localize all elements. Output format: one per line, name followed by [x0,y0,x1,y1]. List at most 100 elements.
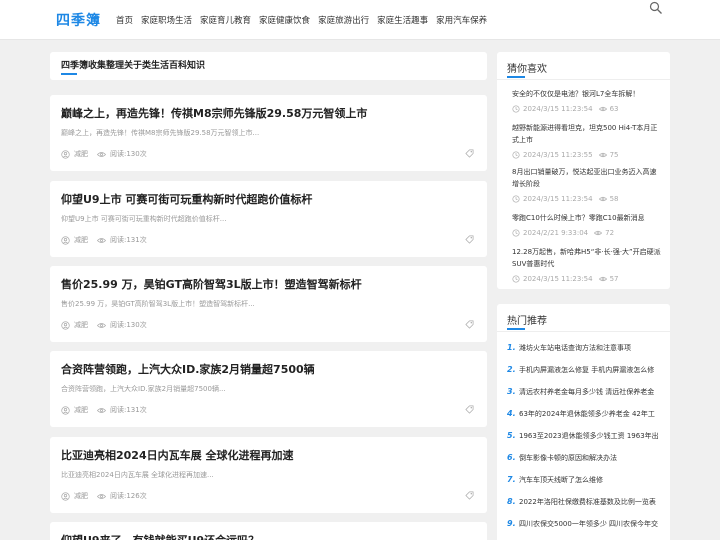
nav-item-travel[interactable]: 家庭旅游出行 [318,14,369,26]
nav-item-health[interactable]: 家庭健康饮食 [259,14,310,26]
like-item-title[interactable]: 安全的不仅仅是电池？银河L7全车拆解！ [512,88,662,100]
like-item[interactable]: 安全的不仅仅是电池？银河L7全车拆解！ 2024/3/15 11:23:54 6… [512,88,662,115]
hot-item-rank: 6. [507,453,516,462]
like-item-title[interactable]: 越野新能源进得看坦克，坦克500 Hi4-T本月正式上市 [512,122,662,146]
post-meta: 减肥 阅读:126次 [61,491,147,501]
post-author[interactable]: 减肥 [74,405,88,415]
like-item[interactable]: 越野新能源进得看坦克，坦克500 Hi4-T本月正式上市 2024/3/15 1… [512,122,662,161]
hot-item-rank: 3. [507,387,516,396]
guess-you-like-panel: 猜你喜欢 安全的不仅仅是电池？银河L7全车拆解！ 2024/3/15 11:23… [497,52,670,289]
like-item-title[interactable]: 8月出口销量破万，悦达起亚出口业务迈入高速增长阶段 [512,166,662,190]
eye-icon [97,237,106,243]
post-card[interactable]: 仰望U9来了，有钱就能买U9还会远吗？ [50,522,487,540]
nav-item-car[interactable]: 家用汽车保养 [436,14,487,26]
hot-item[interactable]: 6. 倒车影像卡顿的原因和解决办法 [507,453,667,463]
post-card[interactable]: 巅峰之上，再造先锋！传祺M8宗师先锋版29.58万元智领上市 巅峰之上，再造先锋… [50,95,487,171]
main-nav: 首页 家庭职场生活 家庭育儿教育 家庭健康饮食 家庭旅游出行 家庭生活趣事 家用… [116,14,487,26]
hot-item-title[interactable]: 四川农保交5000一年领多少 四川农保今年交 [519,520,658,528]
post-excerpt: 仰望U9上市 可赛可街可玩重构新时代超跑价值标杆... [61,215,227,223]
post-card[interactable]: 合资阵营领跑，上汽大众ID.家族2月销量超7500辆 合资阵营领跑，上汽大众ID… [50,351,487,427]
hot-item-title[interactable]: 63年的2024年退休能领多少养老金 42年工 [519,410,655,418]
panel-accent-bar [507,328,525,330]
post-title[interactable]: 售价25.99 万，昊铂GT高阶智驾3L版上市！塑造智驾新标杆 [61,276,362,292]
eye-icon [97,322,106,328]
panel-divider [497,79,670,80]
like-item[interactable]: 零跑C10什么时候上市？零跑C10最新消息 2024/2/21 9:33:04 … [512,212,662,239]
hot-item-rank: 2. [507,365,516,374]
nav-item-home[interactable]: 首页 [116,14,133,26]
hot-item-title[interactable]: 1963至2023退休能领多少钱工资 1963年出 [519,432,659,440]
post-excerpt: 巅峰之上，再造先锋！传祺M8宗师先锋版29.58万元智领上市... [61,129,260,137]
site-logo[interactable]: 四季簿 [56,10,101,30]
post-title[interactable]: 仰望U9来了，有钱就能买U9还会远吗？ [61,532,259,540]
nav-item-career[interactable]: 家庭职场生活 [141,14,192,26]
hot-item-title[interactable]: 潍坊火车站电话查询方法和注意事项 [519,344,631,352]
hot-item-rank: 4. [507,409,516,418]
nav-item-fun[interactable]: 家庭生活趣事 [377,14,428,26]
hot-item[interactable]: 2. 手机内屏漏液怎么修复 手机内屏漏液怎么修 [507,365,667,375]
post-author[interactable]: 减肥 [74,491,88,501]
hot-item[interactable]: 7. 汽车车顶天线断了怎么维修 [507,475,667,485]
intro-accent-bar [61,73,77,75]
post-views: 阅读:130次 [110,321,147,329]
tag-icon[interactable] [465,405,474,414]
post-views: 阅读:126次 [110,492,147,500]
eye-icon [97,407,106,413]
post-title[interactable]: 比亚迪亮相2024日内瓦车展 全球化进程再加速 [61,447,293,463]
post-views: 阅读:131次 [110,236,147,244]
hot-recommend-panel: 热门推荐 1. 潍坊火车站电话查询方法和注意事项 2. 手机内屏漏液怎么修复 手机内… [497,304,670,540]
hot-item[interactable]: 4. 63年的2024年退休能领多少养老金 42年工 [507,409,667,419]
user-icon [61,320,70,330]
tag-icon[interactable] [465,320,474,329]
hot-item-title[interactable]: 清远农村养老金每月多少钱 清远社保养老金 [519,388,654,396]
post-card[interactable]: 比亚迪亮相2024日内瓦车展 全球化进程再加速 比亚迪亮相2024日内瓦车展 全… [50,437,487,513]
site-header: 四季簿 首页 家庭职场生活 家庭育儿教育 家庭健康饮食 家庭旅游出行 家庭生活趣… [0,0,720,40]
tag-icon[interactable] [465,235,474,244]
like-item[interactable]: 8月出口销量破万，悦达起亚出口业务迈入高速增长阶段 2024/3/15 11:2… [512,166,662,205]
user-icon [61,405,70,415]
like-item-count: 57 [609,275,619,283]
like-item-count: 75 [609,151,619,159]
like-item-title[interactable]: 12.28万起售，新哈弗H5“非·长·强·大”开启硬派SUV普惠时代 [512,246,662,270]
hot-item-rank: 1. [507,343,516,352]
like-item-count: 63 [609,105,619,113]
post-title[interactable]: 合资阵营领跑，上汽大众ID.家族2月销量超7500辆 [61,361,315,377]
post-card[interactable]: 售价25.99 万，昊铂GT高阶智驾3L版上市！塑造智驾新标杆 售价25.99 … [50,266,487,342]
intro-banner: 四季簿收集整理关于类生活百科知识 [50,52,487,80]
like-item-meta: 2024/3/15 11:23:54 57 [512,273,662,285]
eye-icon [97,151,106,157]
like-item[interactable]: 12.28万起售，新哈弗H5“非·长·强·大”开启硬派SUV普惠时代 2024/… [512,246,662,285]
hot-item-rank: 7. [507,475,516,484]
eye-icon [598,276,607,282]
nav-item-parenting[interactable]: 家庭育儿教育 [200,14,251,26]
like-item-count: 58 [609,195,619,203]
hot-item[interactable]: 9. 四川农保交5000一年领多少 四川农保今年交 [507,519,667,529]
like-item-meta: 2024/3/15 11:23:55 75 [512,149,662,161]
tag-icon[interactable] [465,491,474,500]
hot-item[interactable]: 1. 潍坊火车站电话查询方法和注意事项 [507,343,667,353]
search-icon[interactable] [649,1,663,15]
post-title[interactable]: 巅峰之上，再造先锋！传祺M8宗师先锋版29.58万元智领上市 [61,105,367,121]
post-views: 阅读:130次 [110,150,147,158]
eye-icon [97,493,106,499]
post-meta: 减肥 阅读:130次 [61,149,147,159]
post-author[interactable]: 减肥 [74,320,88,330]
hot-item-title[interactable]: 倒车影像卡顿的原因和解决办法 [519,454,617,462]
post-author[interactable]: 减肥 [74,149,88,159]
panel-title: 热门推荐 [507,316,547,327]
post-author[interactable]: 减肥 [74,235,88,245]
tag-icon[interactable] [465,149,474,158]
hot-item-rank: 8. [507,497,516,506]
hot-item-title[interactable]: 汽车车顶天线断了怎么维修 [519,476,603,484]
intro-title: 四季簿收集整理关于类生活百科知识 [61,61,206,71]
hot-item-title[interactable]: 2022年洛阳社保缴费标准基数及比例一览表 [519,498,656,506]
like-item-meta: 2024/3/15 11:23:54 63 [512,103,662,115]
post-card[interactable]: 仰望U9上市 可赛可街可玩重构新时代超跑价值标杆 仰望U9上市 可赛可街可玩重构… [50,181,487,257]
like-item-title[interactable]: 零跑C10什么时候上市？零跑C10最新消息 [512,212,662,224]
hot-item[interactable]: 5. 1963至2023退休能领多少钱工资 1963年出 [507,431,667,441]
post-title[interactable]: 仰望U9上市 可赛可街可玩重构新时代超跑价值标杆 [61,191,312,207]
hot-item-title[interactable]: 手机内屏漏液怎么修复 手机内屏漏液怎么修 [519,366,654,374]
hot-item[interactable]: 3. 清远农村养老金每月多少钱 清远社保养老金 [507,387,667,397]
hot-item[interactable]: 8. 2022年洛阳社保缴费标准基数及比例一览表 [507,497,667,507]
post-excerpt: 比亚迪亮相2024日内瓦车展 全球化进程再加速... [61,471,214,479]
